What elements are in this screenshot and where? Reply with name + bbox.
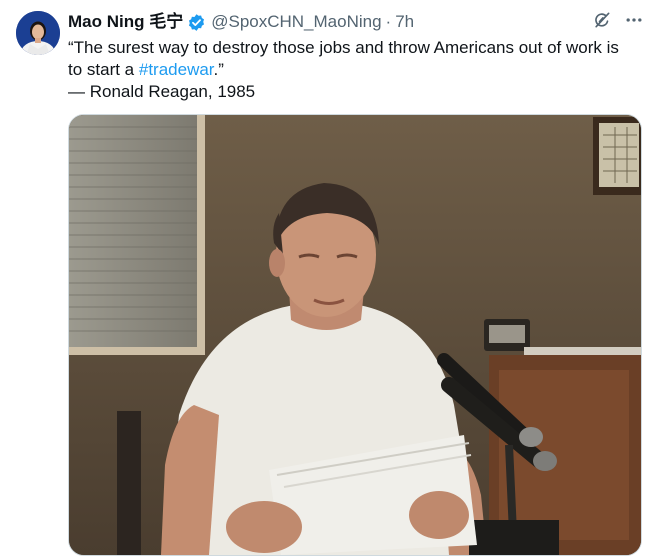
header-separator: · [385, 12, 392, 31]
tweet-header: Mao Ning 毛宁 @SpoxCHN_MaoNing · 7h [68, 12, 414, 32]
author-handle[interactable]: @SpoxCHN_MaoNing [211, 12, 381, 32]
hashtag-link[interactable]: #tradewar [139, 60, 214, 79]
header-actions [592, 10, 644, 30]
tweet-text: “The surest way to destroy those jobs an… [68, 37, 643, 103]
grok-icon[interactable] [592, 10, 612, 30]
avatar[interactable] [16, 11, 60, 55]
tweet-text-after-hashtag: .” [213, 60, 224, 79]
verified-badge-icon [187, 13, 206, 32]
tweet-video[interactable] [68, 114, 642, 556]
author-name[interactable]: Mao Ning 毛宁 [68, 12, 183, 32]
tweet-text-line1: “The surest way to destroy those jobs an… [68, 38, 619, 57]
window-blinds [69, 115, 197, 350]
tweet-text-before-hashtag: to start a [68, 60, 139, 79]
more-icon[interactable] [624, 10, 644, 30]
tweet-text-line3: — Ronald Reagan, 1985 [68, 82, 256, 101]
tweet-text-line2: to start a #tradewar.” [68, 59, 643, 81]
tweet-timestamp[interactable]: 7h [395, 12, 414, 32]
